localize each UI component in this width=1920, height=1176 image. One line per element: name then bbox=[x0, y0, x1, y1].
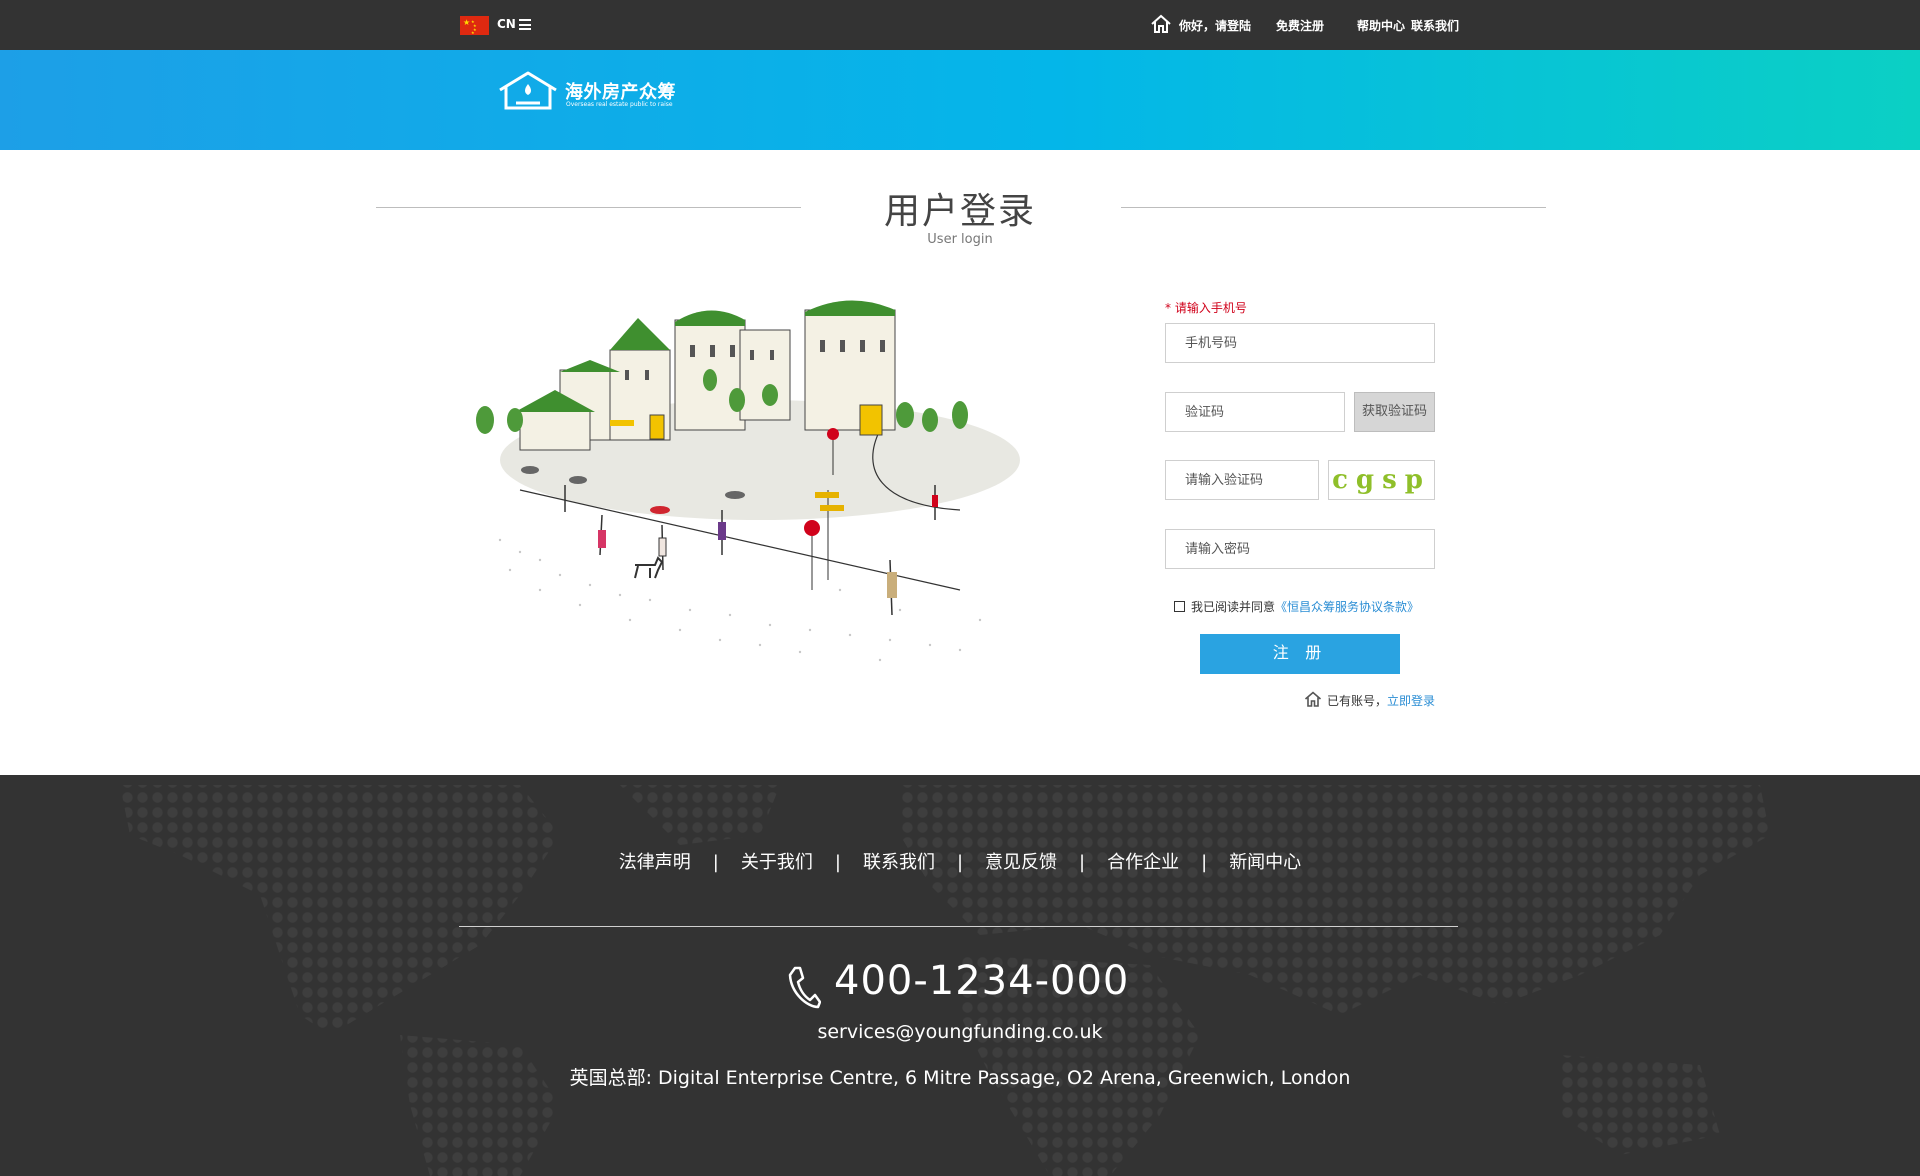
footer-separator: | bbox=[1201, 852, 1208, 873]
free-register-link[interactable]: 免费注册 bbox=[1276, 17, 1324, 34]
home-icon[interactable] bbox=[1150, 13, 1172, 35]
captcha-image[interactable]: cgsp bbox=[1328, 460, 1435, 500]
register-button[interactable]: 注 册 bbox=[1200, 634, 1400, 674]
captcha-input[interactable] bbox=[1185, 461, 1299, 499]
header-banner bbox=[0, 50, 1920, 150]
existing-account-prompt: 已有账号，立即登录 bbox=[1327, 692, 1435, 709]
footer-link-partners[interactable]: 合作企业 bbox=[1107, 852, 1179, 873]
footer-separator: | bbox=[956, 852, 964, 873]
top-bar: ★ ★ ★ ★ ★ CN 你好，请登陆 免费注册 帮助中心 联系我们 bbox=[0, 0, 1920, 50]
phone-required-hint: * 请输入手机号 bbox=[1165, 301, 1247, 315]
login-now-link[interactable]: 立即登录 bbox=[1387, 694, 1435, 708]
help-center-link[interactable]: 帮助中心 bbox=[1357, 17, 1405, 34]
logo-house-icon[interactable] bbox=[496, 70, 560, 112]
page-title: 用户登录 bbox=[883, 191, 1036, 232]
footer-link-feedback[interactable]: 意见反馈 bbox=[985, 852, 1057, 873]
footer-link-about[interactable]: 关于我们 bbox=[741, 852, 813, 873]
agree-text: 我已阅读并同意 bbox=[1191, 600, 1276, 614]
password-input[interactable] bbox=[1185, 530, 1415, 568]
footer-nav: 法律声明 | 关于我们 | 联系我们 | 意见反馈 | 合作企业 | 新闻中心 bbox=[0, 848, 1920, 874]
hotline-number: 400-1234-000 bbox=[834, 958, 1130, 1004]
contact-email[interactable]: services@youngfunding.co.uk bbox=[0, 1021, 1920, 1043]
contact-us-link[interactable]: 联系我们 bbox=[1411, 17, 1459, 34]
menu-icon[interactable] bbox=[519, 19, 531, 30]
footer-link-contact[interactable]: 联系我们 bbox=[863, 852, 935, 873]
footer-link-legal[interactable]: 法律声明 bbox=[619, 852, 691, 873]
brand-subtitle: Overseas real estate public to raise bbox=[566, 101, 673, 108]
footer-separator: | bbox=[834, 852, 841, 873]
footer-divider bbox=[459, 926, 1458, 927]
password-field[interactable] bbox=[1165, 529, 1435, 569]
footer-link-news[interactable]: 新闻中心 bbox=[1229, 852, 1301, 873]
footer-separator: | bbox=[1079, 852, 1086, 873]
agree-statement: 我已阅读并同意《恒昌众筹服务协议条款》 bbox=[1191, 598, 1419, 615]
agree-checkbox[interactable] bbox=[1174, 601, 1185, 612]
greeting-login-link[interactable]: 你好，请登陆 bbox=[1179, 17, 1251, 34]
home-icon bbox=[1304, 691, 1322, 707]
language-selector[interactable]: CN bbox=[497, 17, 516, 31]
captcha-field[interactable] bbox=[1165, 460, 1319, 500]
page-subtitle: User login bbox=[927, 232, 993, 247]
footer: 法律声明 | 关于我们 | 联系我们 | 意见反馈 | 合作企业 | 新闻中心 400-1234-0… bbox=[0, 775, 1920, 1176]
terms-link[interactable]: 《恒昌众筹服务协议条款》 bbox=[1275, 600, 1419, 614]
get-sms-code-button[interactable]: 获取验证码 bbox=[1354, 392, 1435, 432]
phone-input[interactable] bbox=[1185, 324, 1415, 362]
phone-field[interactable] bbox=[1165, 323, 1435, 363]
sms-code-field[interactable] bbox=[1165, 392, 1345, 432]
phone-icon bbox=[788, 966, 821, 1009]
china-flag-icon[interactable]: ★ ★ ★ ★ ★ bbox=[460, 16, 489, 35]
has-account-text: 已有账号， bbox=[1327, 694, 1388, 708]
company-address: 英国总部: Digital Enterprise Centre, 6 Mitre… bbox=[569, 1067, 1351, 1089]
sms-code-input[interactable] bbox=[1185, 393, 1325, 431]
town-illustration bbox=[476, 300, 1020, 662]
footer-separator: | bbox=[712, 852, 719, 873]
